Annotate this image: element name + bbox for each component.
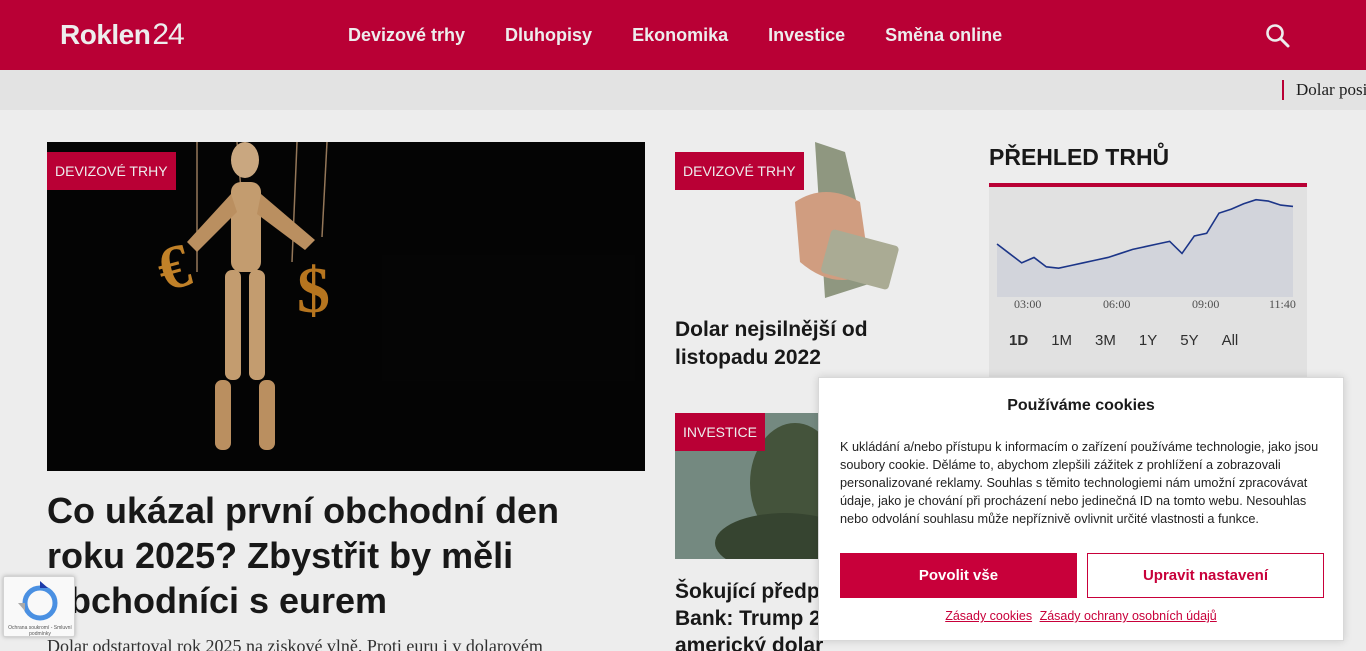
edit-settings-button[interactable]: Upravit nastavení [1087,553,1324,598]
cookie-policy-link[interactable]: Zásady cookies [945,609,1032,623]
cookie-dialog: Používáme cookies K ukládání a/nebo přís… [818,377,1344,641]
privacy-policy-link[interactable]: Zásady ochrany osobních údajů [1040,609,1217,623]
recaptcha-badge[interactable]: Ochrana soukromí - Smluvní podmínky [3,576,75,637]
recaptcha-icon [18,581,58,621]
cookie-title: Používáme cookies [1007,397,1155,414]
cookie-text: K ukládání a/nebo přístupu k informacím … [840,440,1319,526]
accept-all-button[interactable]: Povolit vše [840,553,1077,598]
recaptcha-text: Ochrana soukromí - Smluvní podmínky [8,625,72,637]
cookie-links: Zásady cookies Zásady ochrany osobních ú… [819,609,1343,623]
